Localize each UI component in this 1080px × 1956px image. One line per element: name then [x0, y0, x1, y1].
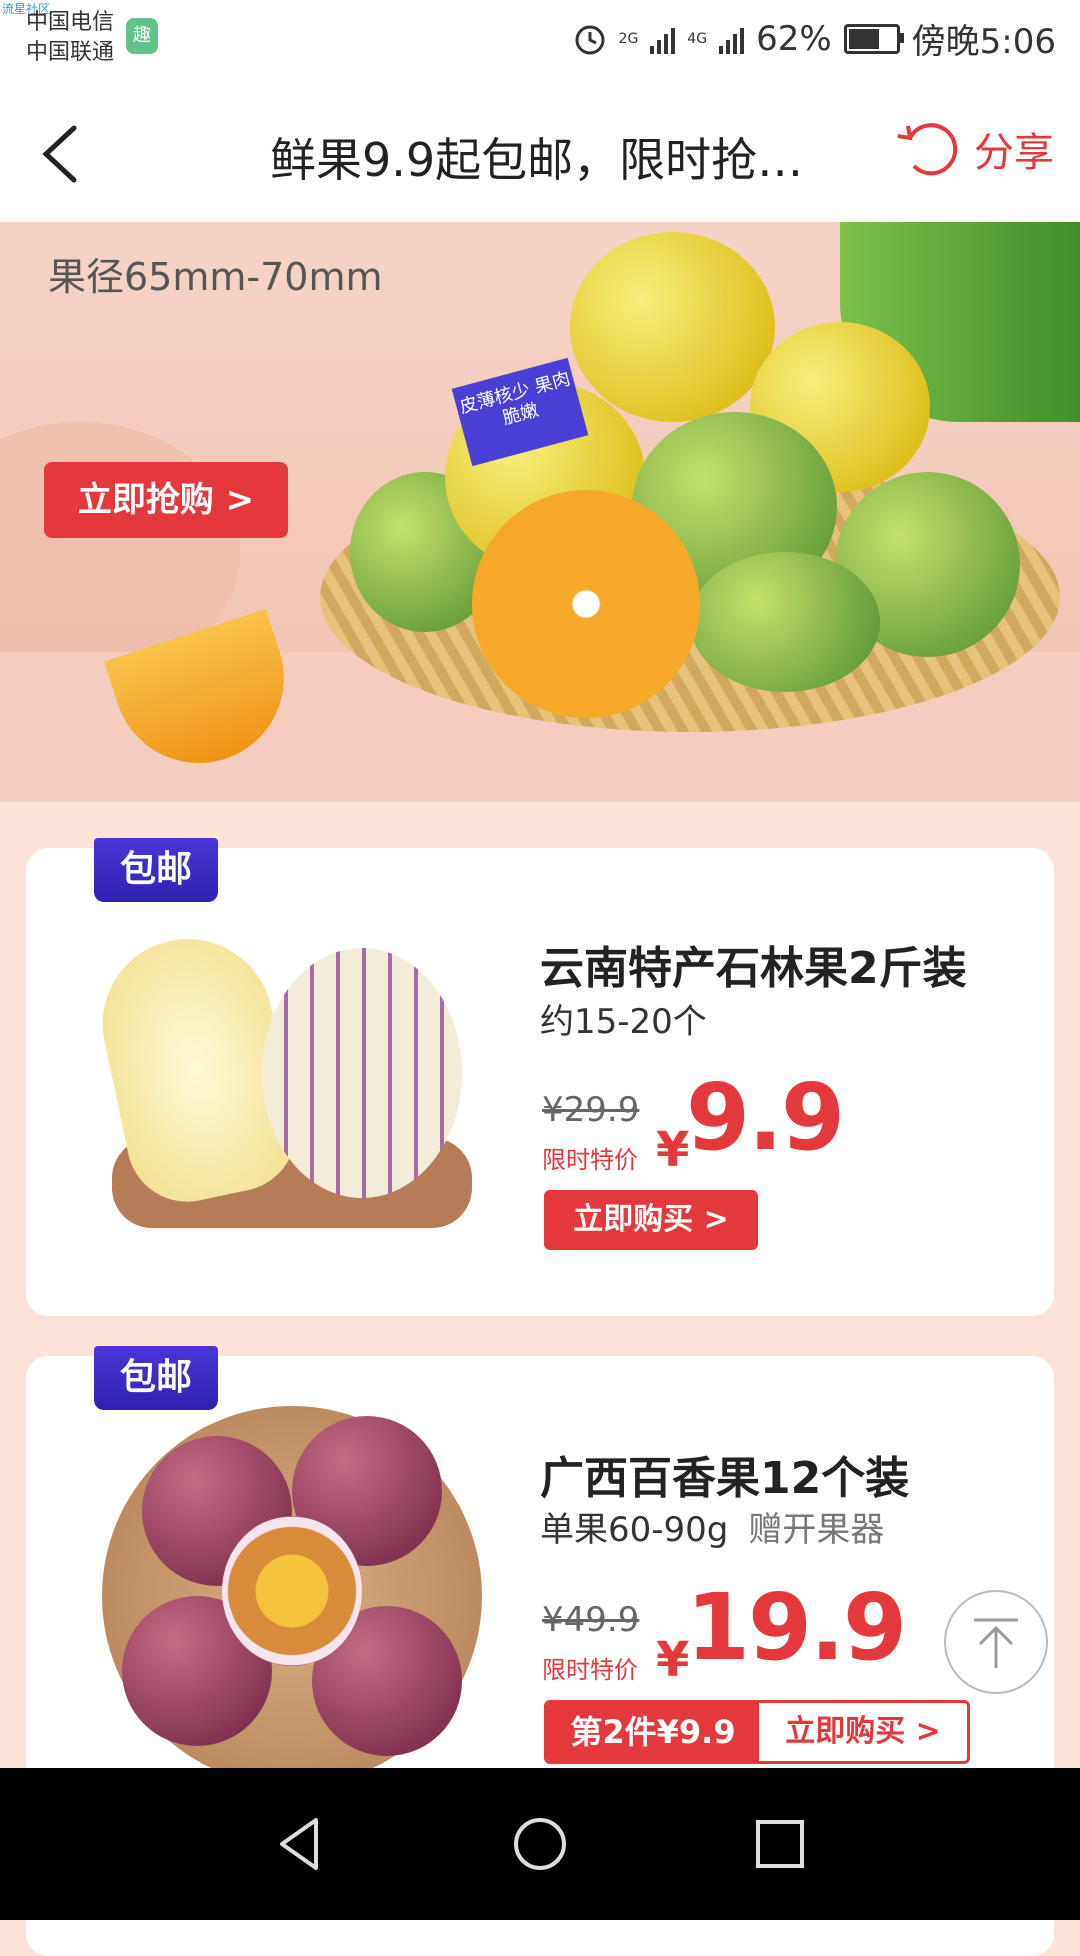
- page-title: 鲜果9.9起包邮，限时抢…: [270, 133, 804, 187]
- free-shipping-badge: 包邮: [94, 838, 218, 902]
- network-2g: 2G: [618, 30, 639, 47]
- share-button[interactable]: 分享: [892, 114, 1054, 184]
- sale-price: 19.9: [686, 1574, 907, 1681]
- limited-price-label: 限时特价: [542, 1656, 638, 1684]
- product-name: 云南特产石林果2斤装: [540, 943, 967, 994]
- square-recents-icon: [756, 1820, 804, 1868]
- buy-now-button[interactable]: 立即购买 >: [544, 1190, 758, 1250]
- nav-recents-button[interactable]: [748, 1812, 812, 1876]
- original-price: ¥29.9: [542, 1090, 640, 1130]
- chevron-left-icon: [42, 125, 77, 183]
- clock: 傍晚5:06: [911, 22, 1056, 62]
- product-spec: 单果60-90g 赠开果器: [540, 1510, 885, 1550]
- share-icon: [897, 123, 958, 176]
- carrier-1: 中国电信: [26, 10, 115, 35]
- currency-symbol: ¥: [656, 1632, 690, 1688]
- triangle-back-icon: [280, 1818, 318, 1870]
- nav-back-button[interactable]: [268, 1812, 332, 1876]
- circle-home-icon: [514, 1818, 566, 1870]
- buy-now-button[interactable]: 立即购买 >: [759, 1703, 967, 1761]
- currency-symbol: ¥: [656, 1122, 690, 1178]
- product-spec: 约15-20个: [540, 1002, 707, 1042]
- product-image: [82, 1396, 502, 1796]
- product-card[interactable]: 包邮 云南特产石林果2斤装 约15-20个 ¥29.9 限时特价 ¥ 9.9 立…: [26, 838, 1054, 1316]
- battery-percent: 62%: [756, 18, 832, 59]
- original-price: ¥49.9: [542, 1600, 640, 1640]
- page-header: 鲜果9.9起包邮，限时抢… 分享: [0, 86, 1080, 223]
- promo-banner[interactable]: 果径65mm-70mm 立即抢购 > 皮薄核少 果肉脆嫩: [0, 222, 1080, 802]
- banner-subtitle: 果径65mm-70mm: [48, 255, 383, 299]
- share-label: 分享: [974, 130, 1054, 176]
- limited-price-label: 限时特价: [542, 1146, 638, 1174]
- battery-icon: [843, 23, 904, 54]
- nav-home-button[interactable]: [508, 1812, 572, 1876]
- product-name: 广西百香果12个装: [540, 1453, 910, 1504]
- product-image: [82, 918, 502, 1238]
- buy-now-banner-button[interactable]: 立即抢购 >: [44, 462, 288, 538]
- sale-price: 9.9: [686, 1064, 845, 1171]
- back-button[interactable]: [30, 116, 100, 192]
- carrier-2: 中国联通: [26, 40, 115, 65]
- cut-orange-image: [472, 490, 700, 718]
- back-to-top-button[interactable]: [944, 1590, 1048, 1694]
- alarm-icon: [575, 25, 605, 54]
- status-bar: 流星社区 中国电信 中国联通 趣 2G 4G 62% 傍晚5:06: [0, 0, 1080, 86]
- network-4g: 4G: [687, 30, 708, 47]
- promo-buy-button[interactable]: 第2件¥9.9 立即购买 >: [544, 1700, 970, 1764]
- second-item-promo: 第2件¥9.9: [547, 1703, 759, 1761]
- carrier-info: 中国电信 中国联通: [26, 8, 114, 68]
- system-nav-bar: [0, 1768, 1080, 1920]
- signal-icon: [650, 24, 676, 54]
- arrow-up-icon: [974, 1618, 1018, 1668]
- signal-icon-2: [719, 24, 745, 54]
- gift-note: 赠开果器: [748, 1510, 885, 1550]
- app-notification-icon: 趣: [126, 18, 158, 54]
